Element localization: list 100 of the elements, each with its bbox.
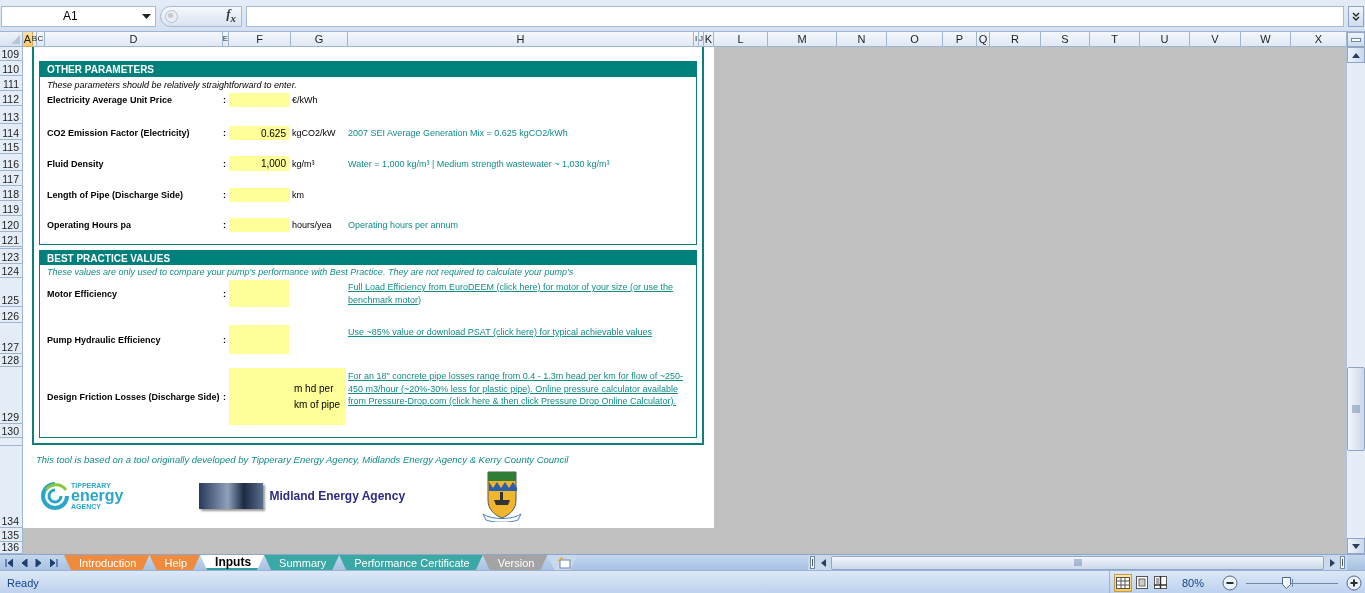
zoom-slider[interactable] bbox=[1246, 574, 1338, 591]
colon-label: : bbox=[223, 190, 227, 200]
column-header[interactable]: O bbox=[887, 32, 943, 47]
logo-text: Midland Energy Agency bbox=[269, 489, 406, 503]
help-link[interactable]: For an 18" concrete pipe losses range from 0.4 - 1.3m head per km for flow of ~250-450 m3/hour (~20%-30% less for plastic pipe). Online pressure calculator available from Pressure-Drop.com (click here & then click Pressure Drop Online Calculator). bbox=[347, 368, 691, 408]
note-text: Operating hours per annum bbox=[347, 220, 460, 230]
swirl-logo-icon bbox=[40, 481, 70, 511]
column-header[interactable]: P bbox=[943, 32, 977, 47]
field-label: Pump Hydraulic Efficiency bbox=[47, 334, 162, 345]
field-label: Electricity Average Unit Price bbox=[47, 95, 173, 105]
column-header[interactable]: Q bbox=[977, 32, 990, 47]
page-icon bbox=[1135, 576, 1148, 589]
plus-icon bbox=[1346, 574, 1362, 591]
minus-icon bbox=[1222, 574, 1238, 591]
unit-label: kgCO2/kW bbox=[291, 127, 337, 140]
column-header[interactable]: T bbox=[1090, 32, 1140, 47]
colon-label: : bbox=[223, 391, 227, 402]
circle-handle-icon[interactable] bbox=[165, 9, 178, 23]
help-link[interactable]: Use ~85% value or download PSAT (click here) for typical achievable values bbox=[347, 324, 691, 339]
caret-icon[interactable] bbox=[142, 13, 151, 19]
field-label: Motor Efficiency bbox=[47, 288, 118, 299]
colon-label: : bbox=[223, 220, 227, 230]
input-field[interactable]: m hd per km of pipe bbox=[229, 368, 346, 425]
input-field[interactable] bbox=[229, 325, 289, 354]
zoom-in-button[interactable] bbox=[1346, 574, 1362, 591]
scrollbar-thumb[interactable] bbox=[1347, 367, 1365, 451]
colon-label: : bbox=[223, 158, 227, 169]
expand-button[interactable] bbox=[1348, 5, 1364, 27]
up-arrow-icon bbox=[1352, 52, 1360, 58]
colon-label: : bbox=[223, 95, 227, 105]
field-label: Operating Hours pa bbox=[47, 220, 132, 230]
slider-thumb[interactable] bbox=[1281, 576, 1291, 589]
colon-label: : bbox=[223, 334, 227, 345]
insert-function-button[interactable]: f$_{x}$ bbox=[224, 6, 238, 26]
scroll-up-button[interactable] bbox=[1347, 47, 1365, 63]
field-label: Length of Pipe (Discharge Side) bbox=[47, 190, 184, 200]
page-break-preview-button[interactable] bbox=[1151, 573, 1170, 592]
triangle-icon bbox=[11, 35, 20, 44]
double-chevron-icon bbox=[1352, 11, 1360, 21]
field-label: Design Friction Losses (Discharge Side) bbox=[47, 391, 221, 402]
zoom-level-text: 80% bbox=[1181, 576, 1204, 589]
unit-label: km bbox=[291, 189, 305, 202]
input-field[interactable] bbox=[229, 218, 289, 232]
unit-label: kg/m³ bbox=[291, 157, 316, 171]
unit-label: m hd per km of pipe bbox=[294, 381, 342, 412]
scroll-down-button[interactable] bbox=[1347, 538, 1365, 554]
input-field[interactable] bbox=[229, 280, 289, 307]
name-box[interactable]: A1 bbox=[1, 5, 156, 27]
split-handle-icon bbox=[1351, 37, 1361, 42]
input-field[interactable]: 1,000 bbox=[229, 156, 289, 171]
field-label: CO2 Emission Factor (Electricity) bbox=[47, 128, 191, 138]
normal-view-button[interactable] bbox=[1113, 573, 1132, 592]
skip-arrow-icon bbox=[50, 558, 58, 567]
section-intro: These values are only used to compare your pump's performance with Best Practice. They are not required to calculate your pump's bbox=[46, 266, 575, 279]
grid-icon bbox=[1115, 576, 1130, 589]
colon-label: : bbox=[223, 288, 227, 299]
column-header[interactable]: N bbox=[837, 32, 887, 47]
split-box[interactable] bbox=[1347, 32, 1365, 47]
down-arrow-icon bbox=[1352, 543, 1360, 549]
unit-label: €/kWh bbox=[291, 94, 319, 107]
column-header[interactable]: H bbox=[348, 32, 694, 47]
split-handle-icon[interactable] bbox=[810, 556, 815, 569]
note-text: Water = 1,000 kg/m³ | Medium strength wastewater ~ 1,030 kg/m³ bbox=[347, 158, 611, 169]
column-header[interactable]: F bbox=[229, 32, 291, 47]
right-arrow-icon bbox=[1329, 558, 1335, 567]
column-header[interactable]: W bbox=[1241, 32, 1291, 47]
input-field[interactable] bbox=[229, 188, 289, 202]
left-arrow-icon bbox=[820, 558, 826, 567]
colon-label: : bbox=[223, 128, 227, 138]
column-header[interactable]: X bbox=[1291, 32, 1347, 47]
column-header[interactable]: L bbox=[714, 32, 768, 47]
column-header[interactable]: S bbox=[1041, 32, 1090, 47]
section-header: OTHER PARAMETERS bbox=[40, 62, 696, 77]
sheet-tab[interactable]: Inputs bbox=[200, 555, 265, 570]
column-header[interactable]: G bbox=[291, 32, 348, 47]
section-header: BEST PRACTICE VALUES bbox=[40, 251, 696, 265]
input-field[interactable] bbox=[229, 93, 289, 107]
zoom-out-button[interactable] bbox=[1222, 574, 1238, 591]
formula-input[interactable] bbox=[246, 5, 1344, 27]
credits-text: This tool is based on a tool originally developed by Tipperary Energy Agency, Midlands Energy Agency & Kerry County Council bbox=[36, 454, 570, 465]
grip-icon bbox=[1073, 559, 1082, 566]
split-page-icon bbox=[1154, 576, 1168, 589]
input-field[interactable]: 0.625 bbox=[229, 126, 289, 140]
skip-arrow-icon bbox=[5, 558, 13, 567]
logo-text: energy bbox=[71, 488, 124, 504]
unit-label: hours/yea bbox=[291, 219, 333, 232]
column-header[interactable]: M bbox=[768, 32, 837, 47]
photo-placeholder bbox=[199, 483, 264, 509]
column-header[interactable]: R bbox=[990, 32, 1041, 47]
new-sheet-icon bbox=[557, 556, 572, 569]
column-header[interactable]: U bbox=[1140, 32, 1190, 47]
scrollbar-thumb[interactable] bbox=[831, 555, 1324, 570]
grip-icon bbox=[1352, 405, 1360, 413]
column-header[interactable]: V bbox=[1190, 32, 1241, 47]
section-intro: These parameters should be relatively straightforward to enter. bbox=[46, 78, 298, 92]
help-link[interactable]: Full Load Efficiency from EuroDEEM (click here) for motor of your size (or use the benchmark motor) bbox=[347, 279, 691, 306]
column-header[interactable]: D bbox=[45, 32, 223, 47]
note-text: 2007 SEI Average Generation Mix = 0.625 kgCO2/kWh bbox=[347, 128, 569, 138]
field-label: Fluid Density bbox=[47, 158, 105, 169]
split-handle-icon[interactable] bbox=[1340, 556, 1345, 569]
